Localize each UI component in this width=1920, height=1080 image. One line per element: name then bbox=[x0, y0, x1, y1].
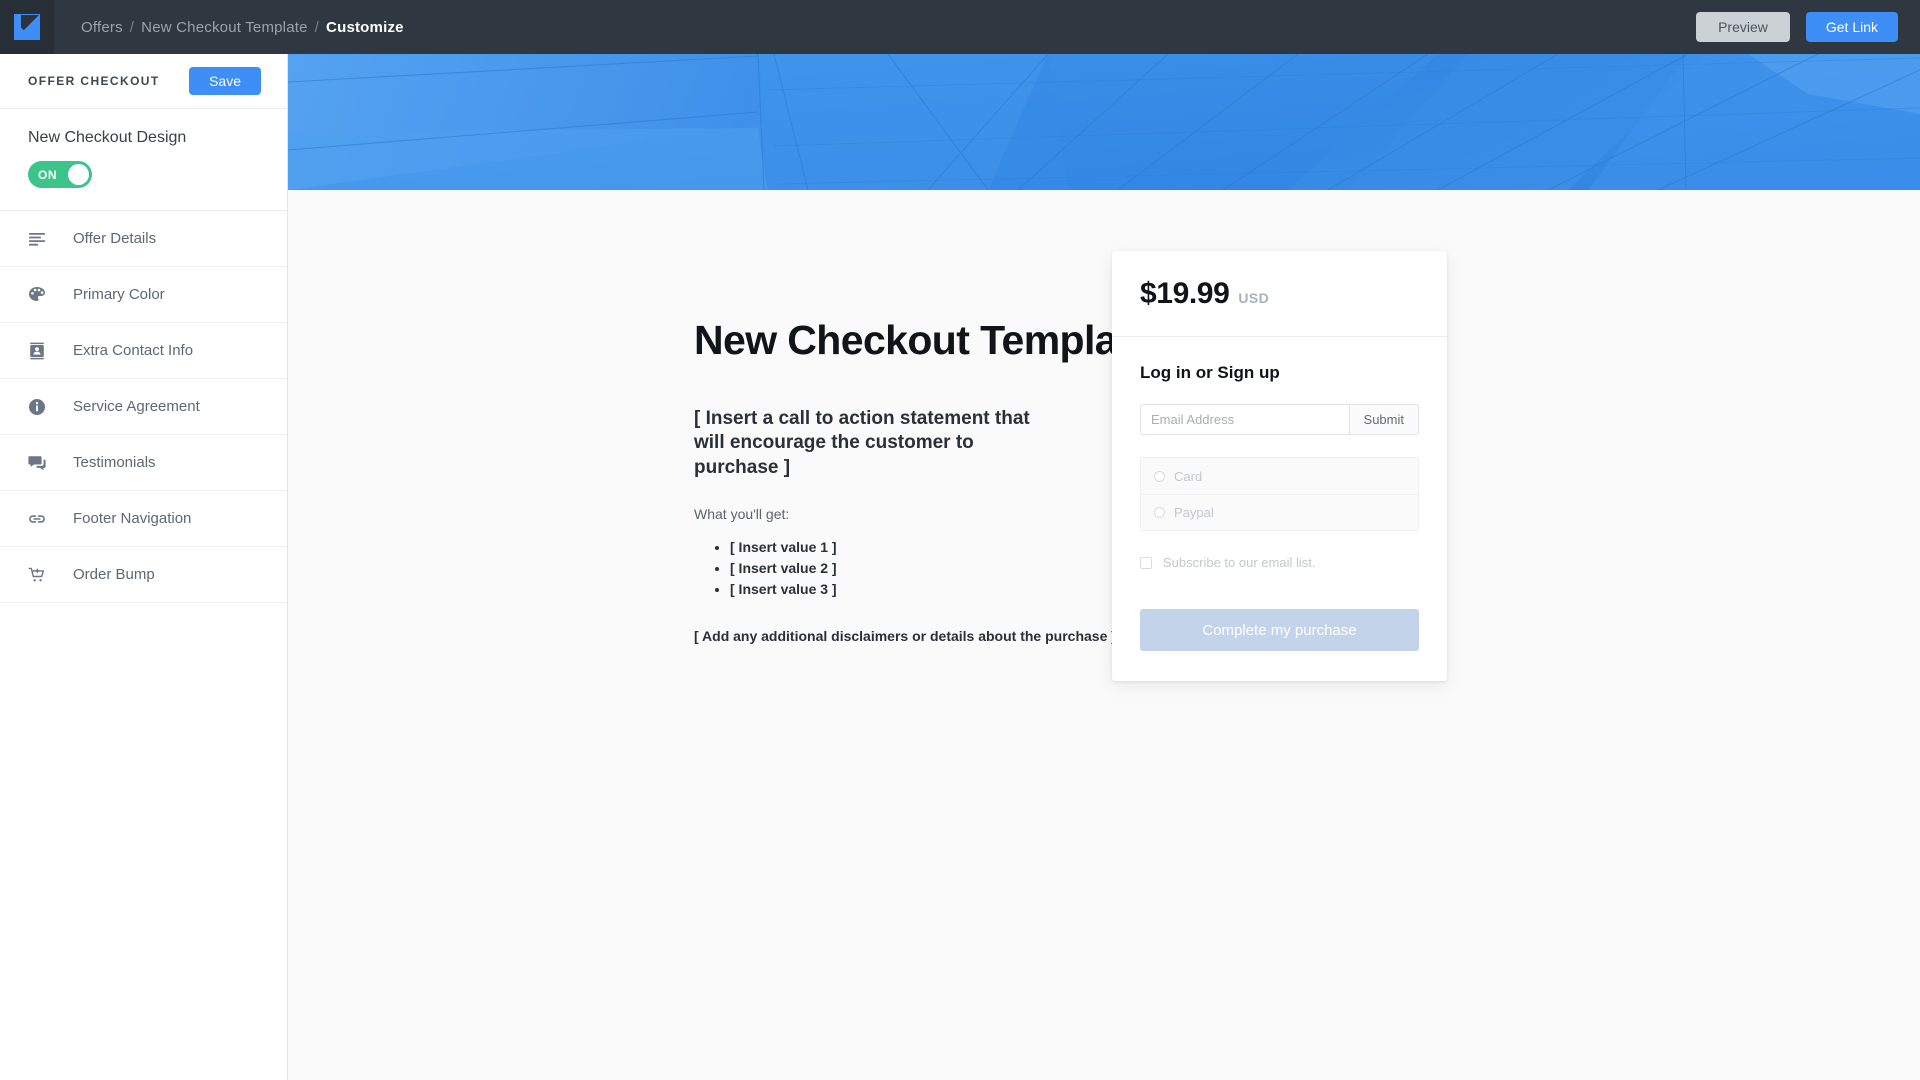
sidebar-title: OFFER CHECKOUT bbox=[28, 74, 160, 88]
breadcrumb-separator: / bbox=[314, 18, 320, 36]
sidebar-item-label: Service Agreement bbox=[73, 398, 200, 415]
payment-option-label: Paypal bbox=[1174, 505, 1214, 520]
sidebar-item-testimonials[interactable]: Testimonials bbox=[0, 435, 287, 491]
sidebar-nav-list: Offer Details Primary Color Extra Contac… bbox=[0, 211, 287, 603]
breadcrumb-item-template[interactable]: New Checkout Template bbox=[141, 19, 308, 36]
radio-icon bbox=[1154, 470, 1165, 482]
cart-plus-icon bbox=[26, 564, 48, 586]
breadcrumb-separator: / bbox=[129, 18, 135, 36]
sidebar-item-label: Order Bump bbox=[73, 566, 155, 583]
text-lines-icon bbox=[26, 228, 48, 250]
checkout-card: $19.99 USD Log in or Sign up Submit Card bbox=[1112, 251, 1447, 681]
checkout-card-body: Log in or Sign up Submit Card Paypal bbox=[1112, 337, 1447, 681]
link-chain-icon bbox=[26, 508, 48, 530]
sidebar-item-extra-contact-info[interactable]: Extra Contact Info bbox=[0, 323, 287, 379]
toggle-knob bbox=[68, 164, 89, 185]
payment-option-card[interactable]: Card bbox=[1141, 458, 1418, 494]
cta-statement: [ Insert a call to action statement that… bbox=[694, 408, 1030, 478]
email-input[interactable] bbox=[1141, 405, 1349, 434]
get-link-button[interactable]: Get Link bbox=[1805, 12, 1898, 42]
payment-method-group: Card Paypal bbox=[1140, 457, 1419, 531]
payment-option-label: Card bbox=[1174, 468, 1203, 484]
new-checkout-design-label: New Checkout Design bbox=[28, 129, 187, 146]
email-submit-row: Submit bbox=[1140, 404, 1419, 435]
sidebar-item-label: Extra Contact Info bbox=[73, 342, 194, 359]
toggle-state-label: ON bbox=[38, 167, 58, 182]
new-checkout-design-toggle[interactable]: ON bbox=[28, 161, 92, 188]
sidebar-item-label: Footer Navigation bbox=[73, 510, 192, 527]
sidebar-item-footer-navigation[interactable]: Footer Navigation bbox=[0, 491, 287, 547]
kajabi-k-logo-icon bbox=[14, 14, 40, 40]
hero-banner-image bbox=[288, 54, 1920, 190]
sidebar: OFFER CHECKOUT Save New Checkout Design … bbox=[0, 54, 288, 1080]
subscribe-label: Subscribe to our email list. bbox=[1163, 555, 1316, 570]
sidebar-item-label: Offer Details bbox=[73, 230, 157, 247]
app-logo[interactable] bbox=[0, 0, 54, 54]
complete-purchase-button[interactable]: Complete my purchase bbox=[1140, 609, 1419, 651]
top-bar: Offers / New Checkout Template / Customi… bbox=[0, 0, 1920, 54]
subscribe-checkbox-row[interactable]: Subscribe to our email list. bbox=[1140, 555, 1419, 570]
preview-body: New Checkout Template [ Insert a call to… bbox=[288, 190, 1920, 1080]
breadcrumb-item-customize: Customize bbox=[326, 18, 404, 36]
price-currency: USD bbox=[1238, 290, 1270, 306]
preview-button[interactable]: Preview bbox=[1696, 12, 1790, 42]
submit-button[interactable]: Submit bbox=[1348, 405, 1418, 434]
radio-icon bbox=[1154, 507, 1165, 518]
sidebar-item-service-agreement[interactable]: Service Agreement bbox=[0, 379, 287, 435]
palette-icon bbox=[26, 284, 48, 306]
login-heading: Log in or Sign up bbox=[1140, 363, 1280, 382]
contact-card-icon bbox=[26, 340, 48, 362]
payment-option-paypal[interactable]: Paypal bbox=[1141, 494, 1418, 530]
sidebar-item-primary-color[interactable]: Primary Color bbox=[0, 267, 287, 323]
checkout-preview-area: New Checkout Template [ Insert a call to… bbox=[288, 54, 1920, 1080]
sidebar-item-label: Testimonials bbox=[73, 454, 156, 471]
breadcrumb: Offers / New Checkout Template / Customi… bbox=[81, 19, 404, 36]
chat-bubbles-icon bbox=[26, 452, 48, 474]
sidebar-item-order-bump[interactable]: Order Bump bbox=[0, 547, 287, 603]
topbar-actions: Preview Get Link bbox=[1696, 12, 1898, 42]
new-checkout-design-block: New Checkout Design ON bbox=[0, 109, 287, 211]
sidebar-item-label: Primary Color bbox=[73, 286, 165, 303]
sidebar-header: OFFER CHECKOUT Save bbox=[0, 54, 287, 109]
sidebar-item-offer-details[interactable]: Offer Details bbox=[0, 211, 287, 267]
checkbox-icon[interactable] bbox=[1140, 556, 1152, 569]
breadcrumb-item-offers[interactable]: Offers bbox=[81, 19, 123, 36]
price-row: $19.99 USD bbox=[1112, 251, 1447, 337]
price-amount: $19.99 bbox=[1140, 277, 1230, 310]
save-button[interactable]: Save bbox=[189, 67, 261, 95]
info-circle-icon bbox=[26, 396, 48, 418]
